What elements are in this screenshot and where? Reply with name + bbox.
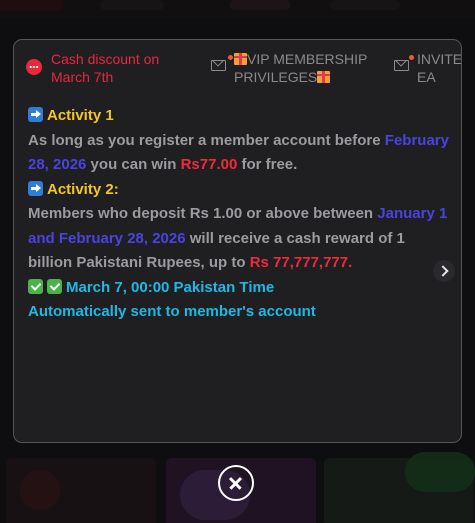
tab-label: INVITE EA: [417, 51, 462, 85]
tab-label: VIP MEMBERSHIP PRIVILEGES: [234, 51, 368, 85]
promotion-content: Activity 1 As long as you register a mem…: [28, 104, 453, 325]
payout-time: March 7, 00:00 Pakistan Time: [28, 276, 453, 301]
chat-bubble-icon: [26, 59, 42, 75]
close-button[interactable]: [218, 465, 254, 501]
activity-1-description: As long as you register a member account…: [28, 131, 449, 174]
gift-icon: [317, 71, 331, 83]
promotion-tabs: Cash discount on March 7th VIP MEMBERSHI…: [14, 40, 462, 92]
right-arrow-icon: [28, 107, 43, 122]
activity-1-heading: Activity 1: [28, 104, 453, 129]
gift-icon: [234, 53, 247, 65]
unread-dot: [409, 55, 414, 60]
payout-note: Automatically sent to member's account: [28, 303, 316, 320]
unread-dot: [228, 55, 233, 60]
activity-2-description: Members who deposit Rs 1.00 or above bet…: [28, 205, 448, 271]
check-icon: [47, 278, 62, 294]
check-icon: [28, 278, 43, 294]
next-arrow-button[interactable]: [433, 260, 455, 282]
promotion-modal: Cash discount on March 7th VIP MEMBERSHI…: [13, 39, 462, 443]
envelope-icon: [211, 60, 226, 71]
activity-2-heading: Activity 2:: [28, 178, 453, 203]
right-arrow-icon: [28, 180, 43, 196]
tab-label: Cash discount on March 7th: [51, 51, 160, 85]
envelope-icon: [394, 60, 409, 71]
